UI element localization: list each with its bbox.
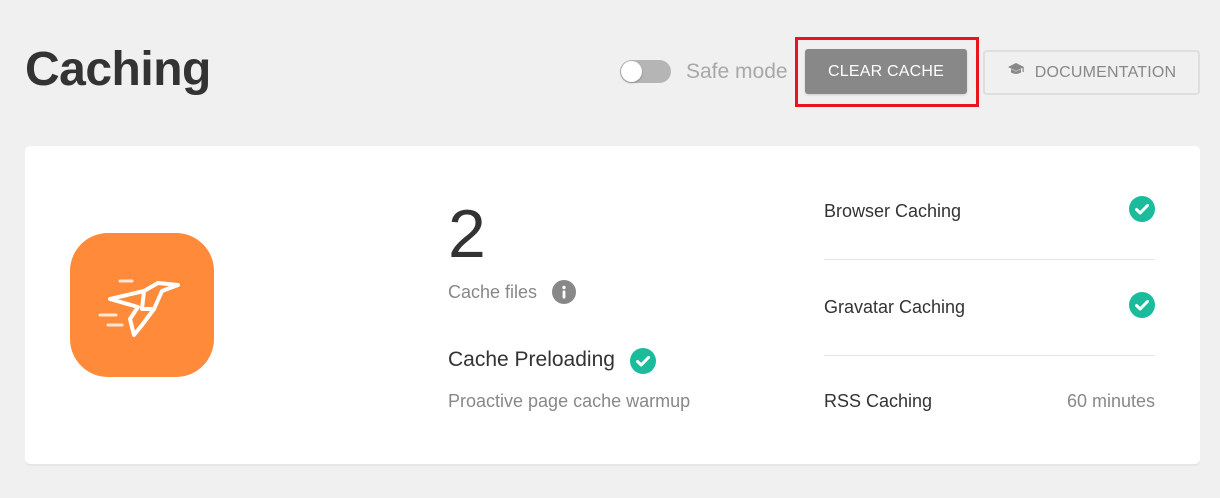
divider [824,355,1155,356]
clear-cache-button[interactable]: CLEAR CACHE [805,49,967,94]
caching-page: Caching Safe mode CLEAR CACHE DOCUMENTAT… [0,0,1220,498]
divider [824,259,1155,260]
cache-files-label: Cache files [448,282,538,302]
feature-row-gravatar-caching: Gravatar Caching [824,292,1155,321]
cache-file-count: 2 [448,196,486,272]
feature-label: Gravatar Caching [824,297,966,317]
documentation-button[interactable]: DOCUMENTATION [983,50,1200,95]
documentation-label: DOCUMENTATION [1034,64,1177,81]
hummingbird-logo [70,233,214,377]
feature-row-browser-caching: Browser Caching [824,196,1155,225]
info-icon[interactable] [552,280,576,304]
feature-label: Browser Caching [824,201,962,221]
toggle-knob [621,61,642,82]
safe-mode-label: Safe mode [686,60,788,83]
preloading-check-icon [630,348,656,374]
cache-preloading-description: Proactive page cache warmup [448,391,691,411]
cache-preloading-title: Cache Preloading [448,348,615,371]
page-title: Caching [25,43,211,96]
rss-caching-value: 60 minutes [1066,391,1155,411]
graduation-cap-icon [1007,51,1025,92]
browser-caching-check-icon [1129,196,1155,222]
feature-label: RSS Caching [824,391,933,411]
feature-row-rss-caching: RSS Caching 60 minutes [824,389,1155,415]
safe-mode-toggle[interactable] [620,60,671,83]
gravatar-caching-check-icon [1129,292,1155,318]
